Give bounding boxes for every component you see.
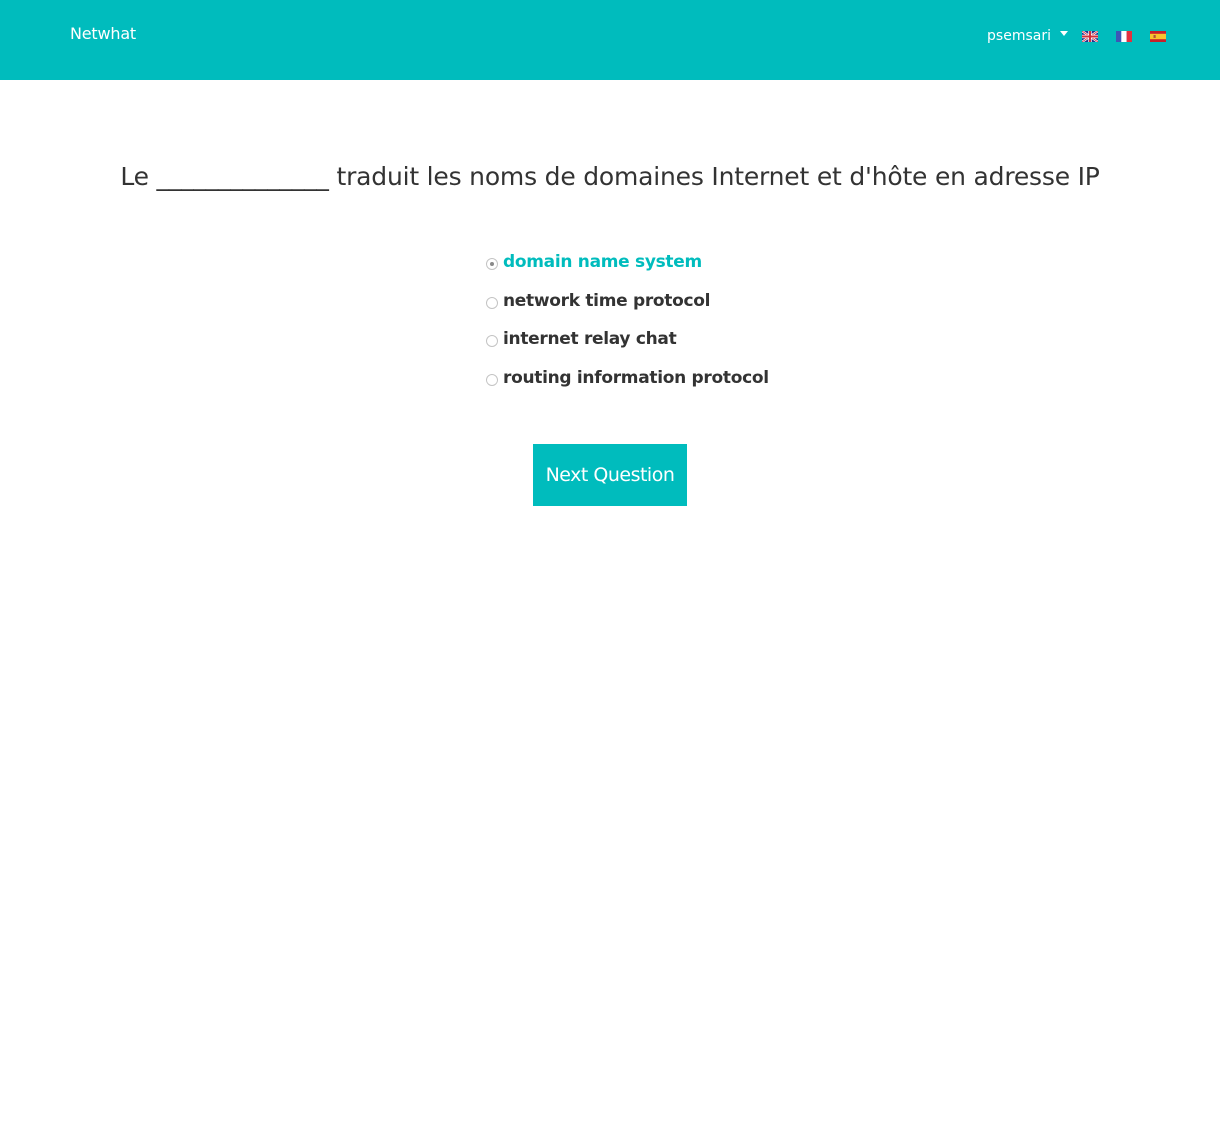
spain-flag-icon[interactable]: [1150, 30, 1166, 42]
answer-options: domain name system network time protocol…: [486, 243, 769, 397]
france-flag-icon[interactable]: [1116, 30, 1132, 42]
radio-button[interactable]: [486, 296, 498, 309]
answer-label: routing information protocol: [503, 367, 769, 388]
username-label: psemsari: [987, 28, 1051, 44]
radio-button[interactable]: [486, 373, 498, 386]
chevron-down-icon: [1060, 30, 1068, 36]
navbar-right: psemsari: [987, 26, 1166, 46]
uk-flag-icon[interactable]: [1082, 30, 1098, 42]
radio-button[interactable]: [486, 258, 498, 271]
top-navbar: Netwhat psemsari: [0, 0, 1220, 80]
brand-link[interactable]: Netwhat: [70, 24, 136, 43]
answer-label: network time protocol: [503, 290, 711, 311]
question-text: Le ______________ traduit les noms de do…: [120, 162, 1100, 191]
answer-option[interactable]: internet relay chat: [486, 320, 769, 359]
user-dropdown-toggle[interactable]: psemsari: [987, 28, 1068, 44]
radio-button[interactable]: [486, 335, 498, 348]
answer-label: domain name system: [503, 252, 702, 273]
next-question-button[interactable]: Next Question: [533, 444, 687, 506]
answer-option[interactable]: network time protocol: [486, 282, 769, 321]
answer-label: internet relay chat: [503, 329, 677, 350]
answer-option[interactable]: domain name system: [486, 243, 769, 282]
answer-option[interactable]: routing information protocol: [486, 359, 769, 398]
